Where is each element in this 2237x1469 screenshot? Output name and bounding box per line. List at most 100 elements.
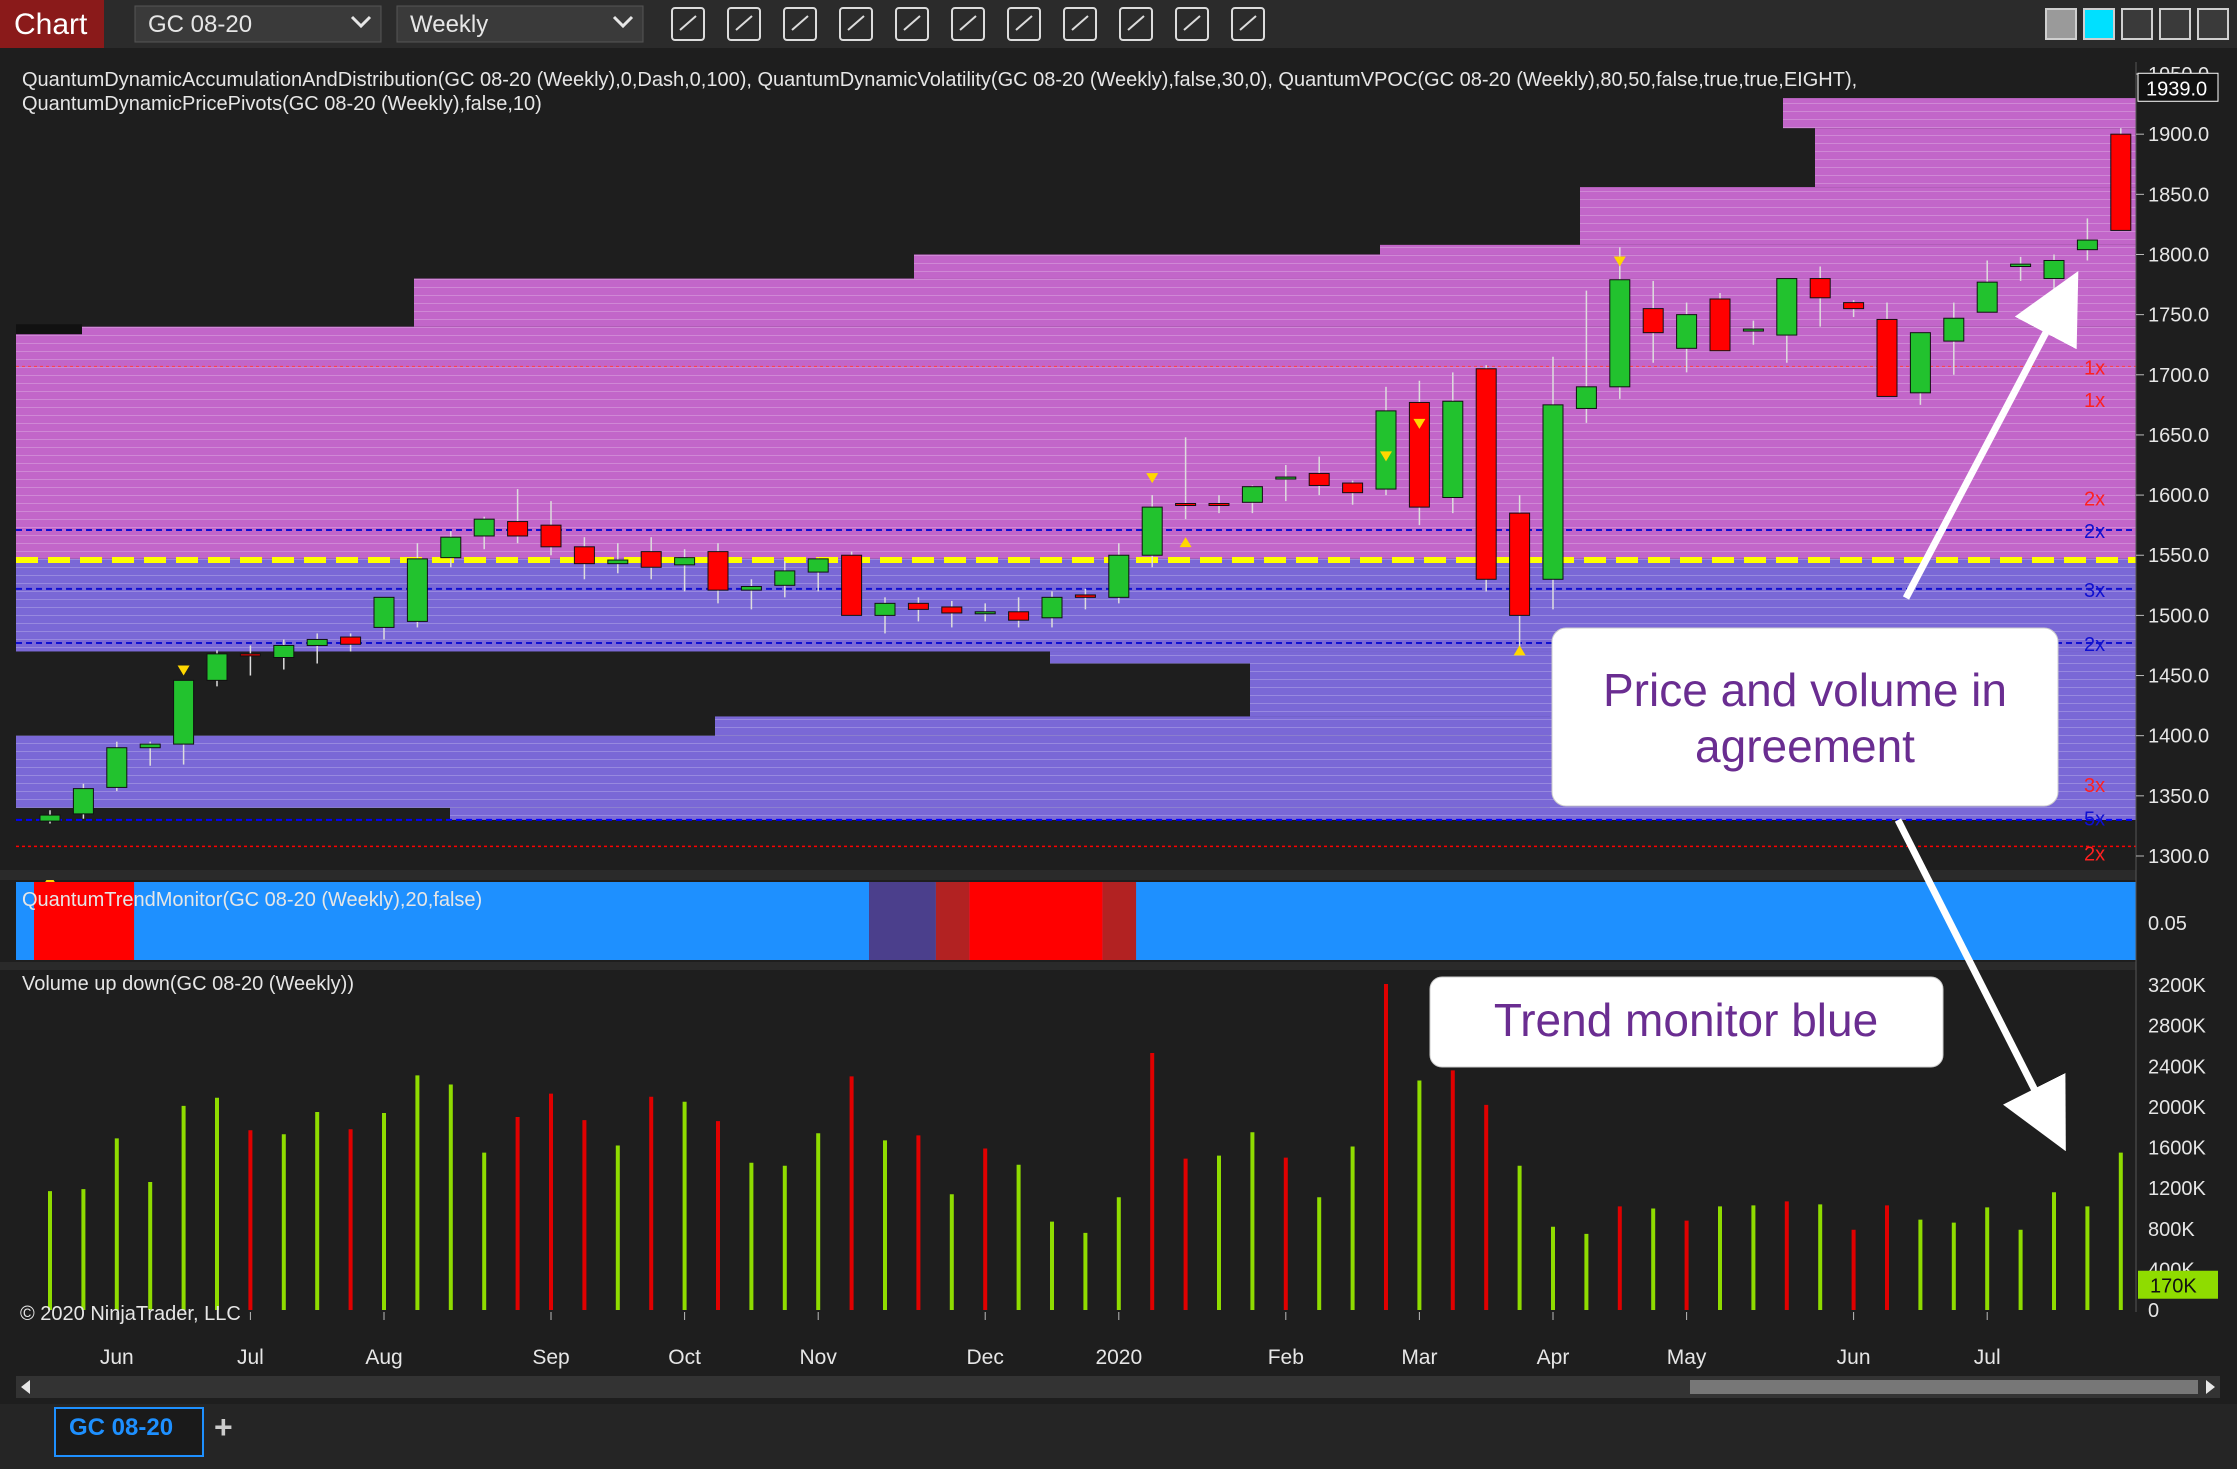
candle-body <box>1074 594 1096 598</box>
candle-body <box>1642 308 1664 334</box>
candle-body <box>807 558 829 573</box>
candle-body <box>1876 318 1898 397</box>
time-axis[interactable]: Jun Jul Aug Sep Oct Nov Dec 2020 Feb Mar Apr May Jun… <box>100 1312 2001 1369</box>
profile-stripes <box>16 326 2136 559</box>
candle-body <box>674 557 696 566</box>
level-marker: 2x <box>2084 843 2105 865</box>
candle-body <box>1241 486 1263 503</box>
last-price-label: 1939.0 <box>2146 78 2207 100</box>
candle-body <box>707 551 729 591</box>
time-tick-label: Dec <box>967 1346 1004 1369</box>
price-tick-label: 1650.0 <box>2148 425 2209 447</box>
add-tab-button[interactable]: + <box>214 1409 233 1445</box>
price-tick-label: 1550.0 <box>2148 545 2209 567</box>
price-candle <box>72 783 94 819</box>
annotation-text: agreement <box>1695 720 1915 772</box>
candle-body <box>2043 259 2065 280</box>
volume-tick-label: 1600K <box>2148 1138 2206 1160</box>
candle-body <box>306 638 328 646</box>
level-marker: 3x <box>2084 775 2105 797</box>
candle-body <box>1342 482 1364 494</box>
candle-body <box>974 611 996 615</box>
candle-body <box>740 586 762 591</box>
time-tick-label: Feb <box>1268 1346 1304 1369</box>
volume-tick-label: 2800K <box>2148 1016 2206 1038</box>
time-tick-label: Jun <box>100 1346 134 1369</box>
candle-body <box>406 558 428 622</box>
candle-body <box>239 653 261 657</box>
candle-body <box>1275 476 1297 480</box>
price-tick-label: 1350.0 <box>2148 786 2209 808</box>
price-tick-label: 1750.0 <box>2148 305 2209 327</box>
annotation-price-volume: Price and volume in agreement <box>1551 627 2059 807</box>
trend-segment <box>869 882 936 960</box>
candle-body <box>1308 472 1330 486</box>
volume-tick-label: 2000K <box>2148 1097 2206 1119</box>
price-candle <box>1475 365 1497 592</box>
trend-segment <box>1136 882 2139 960</box>
candle-body <box>1776 278 1798 336</box>
candle-body <box>1575 386 1597 409</box>
candle-body <box>941 606 963 614</box>
volume-tick-label: 2400K <box>2148 1056 2206 1078</box>
scrollbar-thumb[interactable] <box>1690 1380 2198 1394</box>
time-tick-label: Nov <box>800 1346 838 1369</box>
level-marker: 1x <box>2084 357 2105 379</box>
candle-body <box>72 788 94 815</box>
profile-stripes <box>914 254 2136 279</box>
candle-body <box>1843 302 1865 310</box>
candle-body <box>1509 512 1531 616</box>
annotation-trend-monitor: Trend monitor blue <box>1429 976 1944 1068</box>
price-tick-label: 1500.0 <box>2148 605 2209 627</box>
trend-segment <box>1102 882 1137 960</box>
profile-stripes <box>1580 187 2136 245</box>
volume-label: Volume up down(GC 08-20 (Weekly)) <box>22 973 354 995</box>
theme-grey-icon[interactable] <box>2045 8 2077 40</box>
candle-body <box>1208 503 1230 507</box>
maximize-icon[interactable] <box>2159 8 2191 40</box>
interval-selector[interactable]: Weekly <box>396 5 644 43</box>
candle-body <box>106 747 128 788</box>
profile-gap <box>16 324 82 335</box>
panel-divider[interactable] <box>0 962 2237 970</box>
profile-stripes <box>1380 244 2136 255</box>
time-tick-label: Jul <box>237 1346 264 1369</box>
panel-divider[interactable] <box>0 870 2237 880</box>
candle-body <box>440 536 462 559</box>
volume-tick-label: 800K <box>2148 1219 2195 1241</box>
candle-body <box>1008 611 1030 621</box>
price-candle <box>106 741 128 792</box>
minimize-icon[interactable] <box>2121 8 2153 40</box>
tab-strip <box>0 1404 2237 1469</box>
profile-stripes <box>1783 98 2136 129</box>
candle-body <box>573 546 595 565</box>
indicator-label-line1: QuantumDynamicAccumulationAndDistributio… <box>22 69 1857 91</box>
instrument-selector[interactable]: GC 08-20 <box>134 5 382 43</box>
time-tick-label: Jul <box>1974 1346 2001 1369</box>
instrument-label: GC 08-20 <box>148 11 252 38</box>
copyright-text: © 2020 NinjaTrader, LLC <box>20 1303 241 1325</box>
price-tick-label: 1700.0 <box>2148 365 2209 387</box>
candle-body <box>841 554 863 616</box>
candle-body <box>774 570 796 586</box>
price-tick-label: 1900.0 <box>2148 124 2209 146</box>
candle-body <box>273 644 295 658</box>
last-volume-label: 170K <box>2150 1276 2197 1298</box>
theme-cyan-icon[interactable] <box>2083 8 2115 40</box>
time-tick-label: Aug <box>365 1346 402 1369</box>
price-tick-label: 1600.0 <box>2148 485 2209 507</box>
tab-label: GC 08-20 <box>69 1414 173 1441</box>
time-tick-label: Sep <box>532 1346 569 1369</box>
level-marker: 2x <box>2084 488 2105 510</box>
trend-monitor-label: QuantumTrendMonitor(GC 08-20 (Weekly),20… <box>22 889 482 911</box>
candle-body <box>640 551 662 568</box>
candle-body <box>1943 317 1965 342</box>
candle-body <box>1041 596 1063 619</box>
candle-body <box>1676 314 1698 349</box>
level-marker: 2x <box>2084 634 2105 656</box>
candle-body <box>373 596 395 628</box>
candle-body <box>540 524 562 548</box>
close-icon[interactable] <box>2197 8 2229 40</box>
level-marker: 5x <box>2084 808 2105 830</box>
candle-body <box>2010 263 2032 268</box>
